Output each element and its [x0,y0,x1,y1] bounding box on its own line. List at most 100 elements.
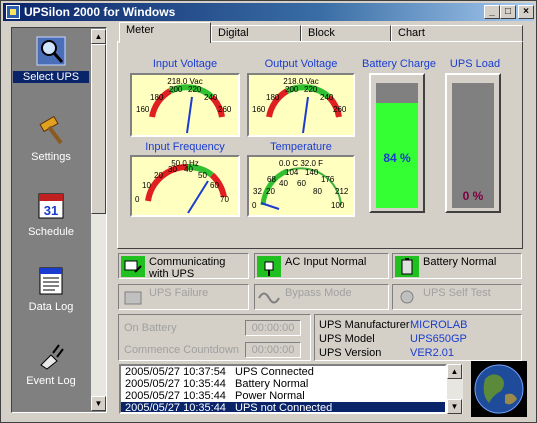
tick-label: 0 [252,201,257,210]
log-timestamp: 2005/05/27 10:35:44 [125,390,226,402]
event-log-list[interactable]: 2005/05/27 10:37:54 UPS Connected 2005/05… [119,364,447,414]
commence-countdown-label: Commence Countdown [124,344,239,356]
battery-charge-value: 84 % [383,151,411,165]
battery-icon [395,256,419,277]
on-battery-timer: 00:00:00 [245,320,301,336]
tick-label: 50 [198,171,207,180]
tick-label: 20 [266,187,275,196]
model-label: UPS Model [319,333,375,345]
status-text: Bypass Mode [285,287,352,299]
output-voltage-reading: 218.0 Vac [283,77,319,86]
tick-label: 32 [253,187,262,196]
temperature-gauge: 0.0 C 32.0 F 32 68 104 140 176 212 0 20 … [247,155,355,217]
output-voltage-title: Output Voltage [264,58,338,70]
communication-icon [121,256,145,277]
tab-chart[interactable]: Chart [391,25,523,42]
calendar-badge: 31 [44,203,58,218]
list-item[interactable]: 2005/05/27 10:37:54 UPS Connected [121,366,445,378]
temperature-reading: 0.0 C 32.0 F [278,159,324,168]
sidebar-item-event-log[interactable]: Event Log [13,333,89,403]
window-title: UPSilon 2000 for Windows [24,5,176,19]
status-battery: Battery Normal [392,253,522,279]
log-timestamp: 2005/05/27 10:37:54 [125,366,226,378]
commence-countdown-timer: 00:00:00 [245,342,301,358]
output-voltage-gauge: 218.0 Vac 160 180 200 220 240 260 [247,73,355,137]
self-test-icon [395,287,419,308]
input-voltage-title: Input Voltage [152,58,218,70]
status-self-test: UPS Self Test [392,284,522,310]
sidebar-scrollbar[interactable]: ▲ ▼ [91,29,106,411]
log-message: Battery Normal [235,378,309,390]
tick-label: 10 [142,181,151,190]
plug-icon [40,344,64,370]
log-timestamp: 2005/05/27 10:35:44 [125,402,226,414]
tick-label: 200 [285,85,299,94]
battery-charge-bar: 84 % [369,73,425,213]
tick-label: 240 [320,93,334,102]
input-voltage-reading: 218.0 Vac [167,77,203,86]
sidebar-item-label: Settings [31,151,71,163]
sidebar-item-label: Data Log [28,301,74,313]
app-window: UPSilon 2000 for Windows _ □ × Select UP… [0,0,537,423]
bypass-wave-icon [257,287,281,308]
tick-label: 260 [333,105,347,114]
close-button[interactable]: × [518,5,534,19]
status-text: AC Input Normal [285,256,367,268]
tick-label: 40 [184,165,193,174]
tick-label: 220 [188,85,202,94]
sidebar-item-label: Select UPS [13,71,89,83]
tick-label: 160 [252,105,266,114]
document-icon [39,267,63,295]
tick-label: 60 [297,179,306,188]
status-ups-failure: UPS Failure [118,284,249,310]
sidebar-item-data-log[interactable]: Data Log [13,259,89,329]
tick-label: 160 [136,105,150,114]
ups-failure-icon [121,287,145,308]
tick-label: 220 [304,85,318,94]
log-timestamp: 2005/05/27 10:35:44 [125,378,226,390]
tick-label: 20 [154,171,163,180]
input-voltage-gauge: 218.0 Vac 160 180 200 220 240 260 [130,73,240,137]
sidebar-item-label: Schedule [28,226,74,238]
log-scrollbar[interactable]: ▲ ▼ [447,364,463,414]
list-item[interactable]: 2005/05/27 10:35:44 Power Normal [121,390,445,402]
tick-label: 180 [266,93,280,102]
tick-label: 60 [210,181,219,190]
manufacturer-label: UPS Manufacturer [319,319,410,331]
tab-block[interactable]: Block [301,25,391,42]
magnifier-icon [36,36,66,66]
tab-meter[interactable]: Meter [119,22,211,43]
ups-load-title: UPS Load [449,58,501,70]
sidebar-item-settings[interactable]: Settings [13,109,89,179]
tick-label: 200 [169,85,183,94]
plug-icon [257,256,281,277]
tab-digital[interactable]: Digital [211,25,301,42]
maximize-button[interactable]: □ [500,5,516,19]
on-battery-label: On Battery [124,322,177,334]
input-frequency-title: Input Frequency [145,141,225,153]
version-label: UPS Version [319,347,382,359]
scroll-down-icon[interactable]: ▼ [91,396,106,411]
title-bar[interactable]: UPSilon 2000 for Windows _ □ × [3,3,534,21]
tick-label: 104 [285,168,299,177]
tick-label: 0 [135,195,140,204]
scroll-thumb[interactable] [91,44,106,214]
sidebar-item-select-ups[interactable]: Select UPS [13,29,89,99]
list-item[interactable]: 2005/05/27 10:35:44 UPS not Connected [121,402,445,414]
tick-label: 176 [321,175,335,184]
ups-load-value: 0 % [462,189,484,203]
model-value: UPS650GP [410,333,467,345]
scroll-down-icon[interactable]: ▼ [447,399,462,414]
timer-box: On Battery 00:00:00 Commence Countdown 0… [118,314,311,361]
app-icon [6,5,20,19]
list-item[interactable]: 2005/05/27 10:35:44 Battery Normal [121,378,445,390]
sidebar-item-schedule[interactable]: 31 Schedule [13,184,89,254]
tick-label: 80 [313,187,322,196]
scroll-up-icon[interactable]: ▲ [91,29,106,44]
log-message: Power Normal [235,390,305,402]
status-bypass: Bypass Mode [254,284,389,310]
minimize-button[interactable]: _ [484,5,500,19]
status-text: Battery Normal [423,256,497,268]
sidebar-items: Select UPS Settings 31 Schedule Data Log… [13,29,89,411]
scroll-up-icon[interactable]: ▲ [447,364,462,379]
